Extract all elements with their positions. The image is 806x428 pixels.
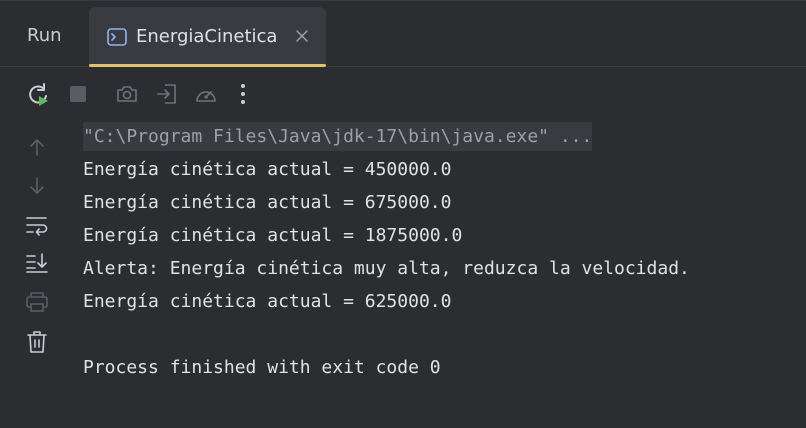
console-output[interactable]: "C:\Program Files\Java\jdk-17\bin\java.e…	[83, 120, 803, 384]
arrow-down-icon[interactable]	[27, 176, 47, 196]
tab-label: EnergiaCinetica	[136, 26, 278, 47]
print-icon[interactable]	[25, 291, 49, 313]
console-icon	[107, 28, 127, 46]
console-line: Energía cinética actual = 1875000.0	[83, 225, 463, 246]
run-panel-header: Run EnergiaCinetica	[0, 1, 806, 67]
console-line: Energía cinética actual = 625000.0	[83, 291, 452, 312]
console-line: Energía cinética actual = 450000.0	[83, 159, 452, 180]
rerun-icon[interactable]	[25, 82, 51, 108]
console-line: Alerta: Energía cinética muy alta, reduz…	[83, 258, 690, 279]
console-line: Process finished with exit code 0	[83, 357, 441, 378]
panel-title: Run	[27, 25, 62, 46]
exit-icon[interactable]	[155, 82, 179, 106]
console-command: "C:\Program Files\Java\jdk-17\bin\java.e…	[83, 122, 593, 151]
gauge-icon[interactable]	[193, 82, 219, 106]
camera-icon[interactable]	[115, 83, 139, 105]
close-icon[interactable]	[294, 28, 310, 44]
scroll-to-end-icon[interactable]	[25, 252, 49, 274]
console-line: Energía cinética actual = 675000.0	[83, 192, 452, 213]
more-vertical-icon[interactable]	[236, 82, 250, 106]
soft-wrap-icon[interactable]	[25, 214, 49, 236]
console-command-line: "C:\Program Files\Java\jdk-17\bin\java.e…	[83, 120, 803, 153]
arrow-up-icon[interactable]	[27, 137, 47, 157]
stop-icon[interactable]	[68, 84, 88, 104]
trash-icon[interactable]	[26, 330, 48, 354]
tab-energia-cinetica[interactable]: EnergiaCinetica	[89, 7, 326, 67]
